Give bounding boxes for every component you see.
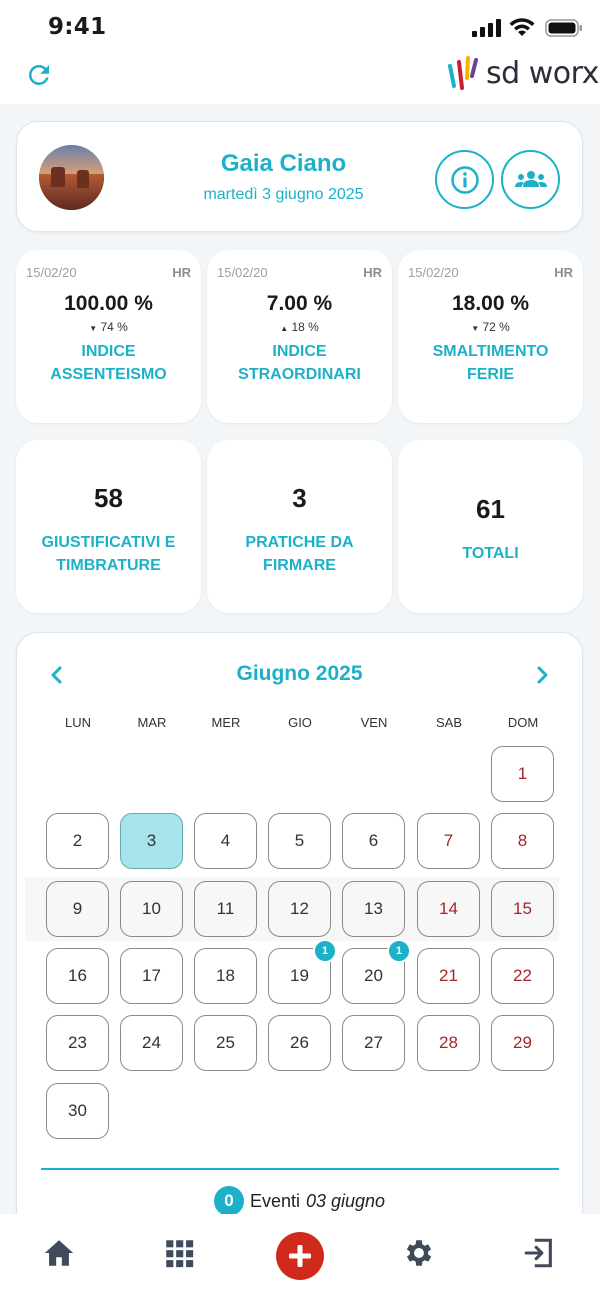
kpi-label: INDICE STRAORDINARI: [238, 343, 361, 383]
logo-mark-icon: [448, 56, 478, 90]
counter-number: 58: [94, 483, 123, 513]
day-event-badge: 1: [387, 939, 411, 963]
day-event-badge: 1: [313, 939, 337, 963]
profile-card: Gaia Ciano martedì 3 giugno 2025: [16, 121, 583, 232]
calendar-month-title: Giugno 2025: [236, 662, 363, 685]
counter-label: TOTALI: [462, 545, 519, 562]
counter-card-giustificativi[interactable]: 58 GIUSTIFICATIVI E TIMBRATURE: [16, 440, 201, 613]
logout-icon[interactable]: [522, 1236, 556, 1270]
kpi-trend: ▼ 74 %: [89, 320, 128, 334]
kpi-label: INDICE ASSENTEISMO: [50, 343, 167, 383]
calendar-day[interactable]: 10: [120, 881, 183, 937]
counter-number: 3: [292, 483, 307, 513]
calendar-day[interactable]: 1: [491, 746, 554, 802]
kpi-date: 15/02/20: [26, 265, 77, 280]
next-month-button[interactable]: [530, 663, 554, 687]
calendar-day[interactable]: 26: [268, 1015, 331, 1071]
weekday-header: GIO: [288, 715, 312, 730]
weekday-header: SAB: [435, 715, 462, 730]
calendar-day[interactable]: 30: [46, 1083, 109, 1139]
kpi-value: 100.00 %: [64, 292, 153, 315]
events-count-badge: 0: [213, 1186, 244, 1216]
signal-icon: [472, 19, 501, 37]
calendar-day[interactable]: 7: [417, 813, 480, 869]
weekday-header: MAR: [137, 715, 167, 730]
calendar-card: Giugno 2025 LUN MAR MER GIO VEN SAB DOM 123456…: [16, 632, 583, 1232]
current-date: martedì 3 giugno 2025: [203, 186, 364, 203]
calendar-day[interactable]: 8: [491, 813, 554, 869]
apps-grid-icon[interactable]: [162, 1236, 196, 1270]
calendar-day[interactable]: 3: [120, 813, 183, 869]
kpi-date: 15/02/20: [408, 265, 459, 280]
info-button[interactable]: [435, 150, 494, 209]
calendar-day[interactable]: 13: [342, 881, 405, 937]
calendar-day[interactable]: 11: [194, 881, 257, 937]
counter-card-pratiche[interactable]: 3 PRATICHE DA FIRMARE: [207, 440, 392, 613]
kpi-label: SMALTIMENTO FERIE: [432, 343, 549, 383]
calendar-day[interactable]: 6: [342, 813, 405, 869]
home-icon[interactable]: [42, 1236, 76, 1270]
events-date: 03 giugno: [305, 1190, 386, 1211]
kpi-card-assenteismo[interactable]: 15/02/20 HR 100.00 % ▼ 74 % INDICE ASSENT…: [16, 250, 201, 423]
calendar-day[interactable]: 18: [194, 948, 257, 1004]
bottom-tab-bar: [0, 1214, 600, 1298]
kpi-tag: HR: [363, 265, 382, 280]
logo-text: sd worx: [486, 55, 599, 91]
calendar-day[interactable]: 25: [194, 1015, 257, 1071]
calendar-day[interactable]: 5: [268, 813, 331, 869]
wifi-icon: [509, 18, 535, 36]
battery-icon: [545, 19, 582, 37]
calendar-day[interactable]: 27: [342, 1015, 405, 1071]
events-divider: [41, 1168, 559, 1170]
events-label: Eventi: [249, 1190, 300, 1211]
trend-up-icon: ▲: [280, 324, 289, 333]
status-time: 9:41: [48, 14, 107, 40]
app-header: sd worx: [0, 50, 600, 104]
add-button[interactable]: [276, 1232, 324, 1280]
weekday-header: MER: [211, 715, 241, 730]
user-name: Gaia Ciano: [220, 150, 347, 177]
calendar-day[interactable]: 24: [120, 1015, 183, 1071]
info-icon: [450, 165, 479, 194]
status-bar: 9:41: [0, 0, 600, 50]
plus-icon: [289, 1245, 311, 1267]
calendar-day[interactable]: 14: [417, 881, 480, 937]
refresh-icon[interactable]: [24, 60, 54, 90]
calendar-day[interactable]: 21: [417, 948, 480, 1004]
counter-label: PRATICHE DA FIRMARE: [245, 534, 354, 574]
kpi-trend: ▲ 18 %: [280, 320, 319, 334]
weekday-header: VEN: [360, 715, 388, 730]
group-icon: [514, 170, 547, 187]
kpi-trend: ▼ 72 %: [471, 320, 510, 334]
sdworx-logo: sd worx: [446, 50, 599, 96]
kpi-value: 7.00 %: [266, 292, 333, 315]
calendar-day[interactable]: 12: [268, 881, 331, 937]
counter-card-totali[interactable]: 61 TOTALI: [398, 440, 583, 613]
counter-number: 61: [476, 494, 505, 524]
calendar-day[interactable]: 29: [491, 1015, 554, 1071]
team-button[interactable]: [501, 150, 560, 209]
trend-down-icon: ▼: [89, 324, 98, 333]
weekday-header: DOM: [507, 715, 539, 730]
trend-down-icon: ▼: [471, 324, 480, 333]
kpi-date: 15/02/20: [217, 265, 268, 280]
calendar-day[interactable]: 16: [46, 948, 109, 1004]
calendar-day[interactable]: 15: [491, 881, 554, 937]
calendar-day[interactable]: 23: [46, 1015, 109, 1071]
events-summary: 0 Eventi 03 giugno: [17, 1186, 582, 1216]
calendar-day[interactable]: 22: [491, 948, 554, 1004]
settings-gear-icon[interactable]: [402, 1236, 436, 1270]
kpi-card-straordinari[interactable]: 15/02/20 HR 7.00 % ▲ 18 % INDICE STRAORDI…: [207, 250, 392, 423]
calendar-day[interactable]: 2: [46, 813, 109, 869]
counter-label: GIUSTIFICATIVI E TIMBRATURE: [41, 534, 176, 574]
calendar-day[interactable]: 28: [417, 1015, 480, 1071]
kpi-tag: HR: [172, 265, 191, 280]
kpi-card-ferie[interactable]: 15/02/20 HR 18.00 % ▼ 72 % SMALTIMENTO FE…: [398, 250, 583, 423]
weekday-header: LUN: [64, 715, 91, 730]
calendar-day[interactable]: 17: [120, 948, 183, 1004]
calendar-day[interactable]: 9: [46, 881, 109, 937]
calendar-day[interactable]: 4: [194, 813, 257, 869]
kpi-value: 18.00 %: [451, 292, 530, 315]
kpi-tag: HR: [554, 265, 573, 280]
